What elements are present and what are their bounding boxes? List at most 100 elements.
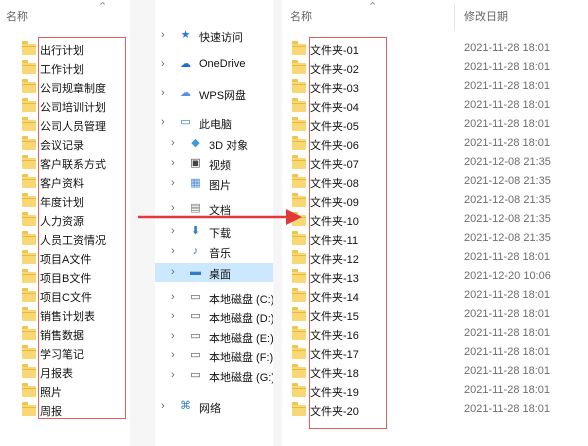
list-item[interactable]: 会议记录 — [0, 134, 130, 153]
folder-name: 文件夹-19 — [310, 387, 359, 399]
list-item[interactable]: 项目C文件 — [0, 286, 130, 305]
nav-item[interactable]: › ▭ 本地磁盘 (F:) — [155, 346, 273, 365]
list-item[interactable]: 学习笔记 — [0, 343, 130, 362]
list-item[interactable]: 项目A文件 — [0, 248, 130, 267]
folder-icon — [292, 250, 306, 264]
nav-item[interactable]: › ▬ 桌面 — [155, 263, 273, 282]
chevron-right-icon[interactable]: › — [171, 330, 175, 342]
list-item[interactable]: 出行计划 — [0, 39, 130, 58]
list-item[interactable]: 文件夹-16 2021-11-28 18:01 — [282, 324, 588, 343]
chevron-right-icon[interactable]: › — [171, 177, 175, 189]
folder-name: 文件夹-01 — [310, 45, 359, 57]
chevron-right-icon[interactable]: › — [171, 157, 175, 169]
list-item[interactable]: 文件夹-19 2021-11-28 18:01 — [282, 381, 588, 400]
list-item[interactable]: 文件夹-08 2021-12-08 21:35 — [282, 172, 588, 191]
folder-icon — [292, 136, 306, 150]
folder-icon — [292, 307, 306, 321]
list-item[interactable]: 文件夹-17 2021-11-28 18:01 — [282, 343, 588, 362]
list-item[interactable]: 文件夹-04 2021-11-28 18:01 — [282, 96, 588, 115]
folder-name: 人力资源 — [40, 216, 84, 228]
list-item[interactable]: 周报 — [0, 400, 130, 419]
column-separator[interactable] — [454, 4, 455, 30]
nav-item[interactable]: › ▭ 此电脑 — [155, 113, 273, 132]
list-item[interactable]: 公司规章制度 — [0, 77, 130, 96]
nav-item[interactable]: › ▭ 本地磁盘 (E:) — [155, 327, 273, 346]
sort-chevron-icon[interactable]: ⌃ — [98, 0, 107, 13]
drive-icon: ▭ — [190, 330, 201, 342]
nav-item[interactable]: › ★ 快速访问 — [155, 26, 273, 45]
chevron-right-icon[interactable]: › — [171, 137, 175, 149]
list-item[interactable]: 项目B文件 — [0, 267, 130, 286]
video-icon: ▣ — [190, 157, 201, 169]
list-item[interactable]: 文件夹-09 2021-12-08 21:35 — [282, 191, 588, 210]
nav-item[interactable]: › ◆ 3D 对象 — [155, 134, 273, 153]
pc-icon: ▭ — [180, 116, 191, 128]
list-item[interactable]: 人员工资情况 — [0, 229, 130, 248]
list-item[interactable]: 文件夹-10 2021-12-08 21:35 — [282, 210, 588, 229]
nav-item[interactable]: › ⌘ 网络 — [155, 397, 273, 416]
list-item[interactable]: 文件夹-06 2021-11-28 18:01 — [282, 134, 588, 153]
chevron-right-icon[interactable]: › — [171, 245, 175, 257]
name-column-header[interactable]: 名称 — [6, 8, 28, 24]
list-item[interactable]: 销售数据 — [0, 324, 130, 343]
folder-icon — [22, 193, 36, 207]
nav-item-label: 网络 — [199, 403, 221, 415]
list-item[interactable]: 年度计划 — [0, 191, 130, 210]
folder-icon — [22, 117, 36, 131]
list-item[interactable]: 文件夹-18 2021-11-28 18:01 — [282, 362, 588, 381]
list-item[interactable]: 照片 — [0, 381, 130, 400]
list-item[interactable]: 文件夹-20 2021-11-28 18:01 — [282, 400, 588, 419]
modified-date-column-header[interactable]: 修改日期 — [464, 8, 508, 24]
list-item[interactable]: 客户联系方式 — [0, 153, 130, 172]
folder-name: 文件夹-05 — [310, 121, 359, 133]
nav-item[interactable]: › ☁ OneDrive — [155, 55, 273, 74]
list-item[interactable]: 客户资料 — [0, 172, 130, 191]
list-item[interactable]: 销售计划表 — [0, 305, 130, 324]
nav-item[interactable]: › ▭ 本地磁盘 (G:) — [155, 366, 273, 385]
chevron-right-icon[interactable]: › — [171, 349, 175, 361]
list-item[interactable]: 公司培训计划 — [0, 96, 130, 115]
folder-icon — [292, 79, 306, 93]
chevron-right-icon[interactable]: › — [171, 369, 175, 381]
list-item[interactable]: 文件夹-02 2021-11-28 18:01 — [282, 58, 588, 77]
list-item[interactable]: 文件夹-14 2021-11-28 18:01 — [282, 286, 588, 305]
folder-name: 客户联系方式 — [40, 159, 106, 171]
nav-item[interactable]: › ♪ 音乐 — [155, 242, 273, 261]
list-item[interactable]: 月报表 — [0, 362, 130, 381]
sort-chevron-icon[interactable]: ⌃ — [368, 0, 377, 13]
chevron-right-icon[interactable]: › — [161, 29, 165, 41]
list-item[interactable]: 文件夹-05 2021-11-28 18:01 — [282, 115, 588, 134]
nav-item[interactable]: › ▭ 本地磁盘 (D:) — [155, 307, 273, 326]
list-item[interactable]: 文件夹-01 2021-11-28 18:01 — [282, 39, 588, 58]
folder-name: 文件夹-08 — [310, 178, 359, 190]
list-item[interactable]: 工作计划 — [0, 58, 130, 77]
list-item[interactable]: 文件夹-13 2021-12-20 10:06 — [282, 267, 588, 286]
list-item[interactable]: 文件夹-12 2021-11-28 18:01 — [282, 248, 588, 267]
nav-item[interactable]: › ▦ 图片 — [155, 174, 273, 193]
chevron-right-icon[interactable]: › — [171, 310, 175, 322]
folder-icon — [292, 98, 306, 112]
chevron-right-icon[interactable]: › — [161, 87, 165, 99]
nav-item[interactable]: › ▭ 本地磁盘 (C:) — [155, 288, 273, 307]
modified-date: 2021-11-28 18:01 — [464, 289, 551, 301]
left-file-list: 名称 ⌃ 出行计划 工作计划 公司规章制度 公司培训计划 公司人员管理 会议记录客户联系方… — [0, 0, 130, 446]
list-item[interactable]: 文件夹-15 2021-11-28 18:01 — [282, 305, 588, 324]
chevron-right-icon[interactable]: › — [171, 291, 175, 303]
list-item[interactable]: 文件夹-11 2021-12-08 21:35 — [282, 229, 588, 248]
folder-icon — [22, 269, 36, 283]
chevron-right-icon[interactable]: › — [161, 116, 165, 128]
folder-icon — [292, 155, 306, 169]
name-column-header[interactable]: 名称 — [290, 8, 312, 24]
list-item[interactable]: 人力资源 — [0, 210, 130, 229]
folder-name: 月报表 — [40, 368, 73, 380]
list-item[interactable]: 公司人员管理 — [0, 115, 130, 134]
chevron-right-icon[interactable]: › — [161, 400, 165, 412]
modified-date: 2021-12-08 21:35 — [464, 194, 551, 206]
nav-item[interactable]: › ☁ WPS网盘 — [155, 84, 273, 103]
folder-icon — [292, 364, 306, 378]
list-item[interactable]: 文件夹-03 2021-11-28 18:01 — [282, 77, 588, 96]
nav-item[interactable]: › ▣ 视频 — [155, 154, 273, 173]
chevron-right-icon[interactable]: › — [161, 58, 165, 70]
chevron-right-icon[interactable]: › — [171, 266, 175, 278]
list-item[interactable]: 文件夹-07 2021-12-08 21:35 — [282, 153, 588, 172]
